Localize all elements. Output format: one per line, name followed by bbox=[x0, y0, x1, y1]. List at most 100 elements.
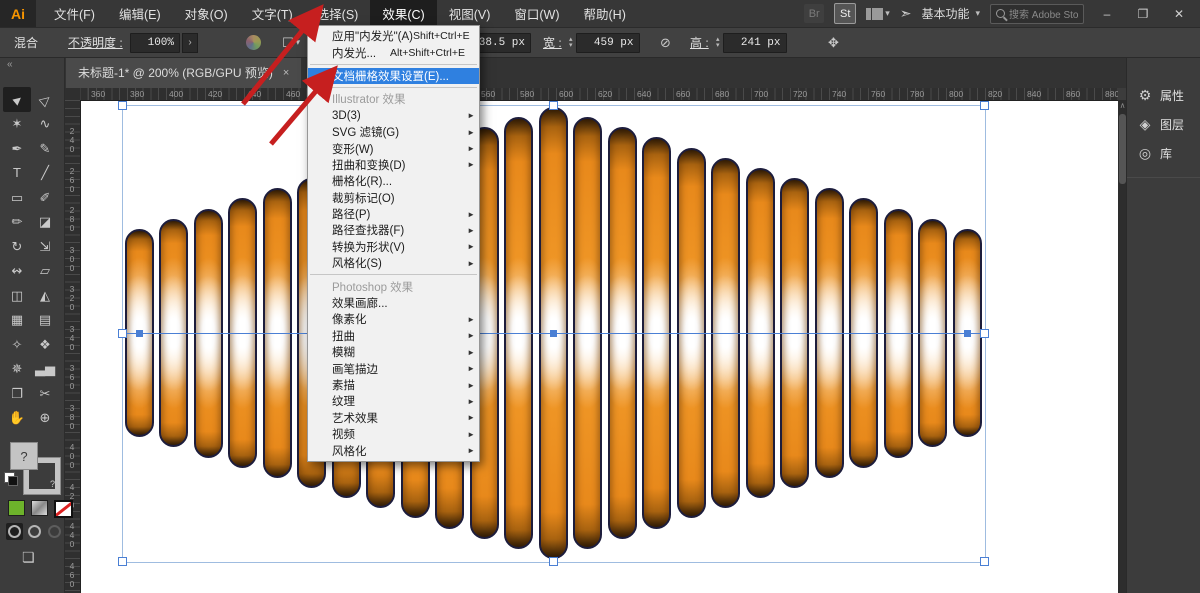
dock-item-属性[interactable]: ⚙属性 bbox=[1127, 81, 1200, 109]
paintbrush-tool[interactable]: ✐ bbox=[31, 185, 59, 210]
effects-menu-item-27[interactable]: 视频► bbox=[308, 426, 479, 442]
collapse-panel-icon[interactable]: « bbox=[7, 59, 13, 70]
effects-menu-item-8[interactable]: SVG 滤镜(G)► bbox=[308, 124, 479, 140]
minimize-button[interactable]: – bbox=[1094, 7, 1120, 21]
fill-swatch[interactable]: ? bbox=[10, 442, 38, 470]
effects-menu-item-2[interactable]: 内发光...Alt+Shift+Ctrl+E bbox=[308, 44, 479, 60]
effects-menu-item-24[interactable]: 素描► bbox=[308, 377, 479, 393]
selection-handle[interactable] bbox=[980, 101, 989, 110]
menubar-item-9[interactable]: 帮助(H) bbox=[572, 0, 638, 27]
effects-menu-item-15[interactable]: 转换为形状(V)► bbox=[308, 239, 479, 255]
effects-menu-item-25[interactable]: 纹理► bbox=[308, 393, 479, 409]
slice-tool[interactable]: ✂ bbox=[31, 381, 59, 406]
menubar-item-2[interactable]: 编辑(E) bbox=[107, 0, 173, 27]
screen-mode-button[interactable]: ❏ bbox=[22, 549, 35, 566]
menubar-item-1[interactable]: 文件(F) bbox=[42, 0, 107, 27]
effects-menu-item-28[interactable]: 风格化► bbox=[308, 442, 479, 458]
effects-menu-item-22[interactable]: 模糊► bbox=[308, 344, 479, 360]
effects-menu-item-11[interactable]: 栅格化(R)... bbox=[308, 173, 479, 189]
magic-wand-tool[interactable]: ✶ bbox=[3, 112, 31, 137]
effects-menu-item-16[interactable]: 风格化(S)► bbox=[308, 255, 479, 271]
gradient-button[interactable] bbox=[31, 500, 48, 516]
effects-menu-item-4[interactable]: 文档栅格效果设置(E)... bbox=[308, 68, 479, 84]
opacity-label[interactable]: 不透明度 : bbox=[68, 34, 123, 51]
restore-button[interactable]: ❐ bbox=[1130, 7, 1156, 21]
effects-menu-item-12[interactable]: 裁剪标记(O) bbox=[308, 190, 479, 206]
menubar-item-6[interactable]: 效果(C) bbox=[370, 0, 436, 27]
height-stepper[interactable]: ▴▾ bbox=[716, 37, 720, 49]
height-label[interactable]: 高 : bbox=[690, 34, 709, 51]
eraser-tool[interactable]: ◪ bbox=[31, 210, 59, 235]
selection-handle[interactable] bbox=[549, 557, 558, 566]
shaper-tool[interactable]: ✏ bbox=[3, 210, 31, 235]
effects-menu-item-9[interactable]: 变形(W)► bbox=[308, 140, 479, 156]
effects-menu-item-20[interactable]: 像素化► bbox=[308, 311, 479, 327]
effects-menu-item-14[interactable]: 路径查找器(F)► bbox=[308, 222, 479, 238]
rectangle-tool[interactable]: ▭ bbox=[3, 185, 31, 210]
perspective-grid-tool[interactable]: ◭ bbox=[31, 283, 59, 308]
dock-item-图层[interactable]: ◈图层 bbox=[1127, 110, 1200, 138]
width-stepper[interactable]: ▴▾ bbox=[569, 37, 573, 49]
opacity-field[interactable]: 100% bbox=[130, 33, 180, 53]
bridge-badge[interactable]: Br bbox=[804, 4, 824, 23]
effects-menu-item-26[interactable]: 艺术效果► bbox=[308, 410, 479, 426]
recolor-artwork-icon[interactable] bbox=[246, 35, 261, 50]
color-button[interactable] bbox=[8, 500, 25, 516]
menubar-item-7[interactable]: 视图(V) bbox=[437, 0, 503, 27]
none-button[interactable] bbox=[54, 500, 73, 518]
scrollbar-thumb[interactable] bbox=[1119, 114, 1126, 184]
select-similar-icon[interactable]: ☐ bbox=[282, 35, 294, 51]
rotate-tool[interactable]: ↻ bbox=[3, 234, 31, 259]
effects-menu-item-19[interactable]: 效果画廊... bbox=[308, 295, 479, 311]
height-field[interactable]: 241 px bbox=[723, 33, 787, 53]
column-graph-tool[interactable]: ▃▅ bbox=[31, 357, 59, 382]
draw-inside-button[interactable] bbox=[46, 523, 63, 540]
artboard-canvas[interactable] bbox=[80, 100, 1118, 593]
selection-handle[interactable] bbox=[118, 329, 127, 338]
blend-mode-label[interactable]: 混合 bbox=[14, 34, 38, 51]
menubar-item-5[interactable]: 选择(S) bbox=[305, 0, 371, 27]
effects-menu-item-21[interactable]: 扭曲► bbox=[308, 328, 479, 344]
tab-close-icon[interactable]: × bbox=[283, 67, 289, 79]
selection-handle[interactable] bbox=[549, 101, 558, 110]
width-field[interactable]: 459 px bbox=[576, 33, 640, 53]
effects-menu-item-23[interactable]: 画笔描边► bbox=[308, 360, 479, 376]
pen-tool[interactable]: ✒ bbox=[3, 136, 31, 161]
blend-tool[interactable]: ❖ bbox=[31, 332, 59, 357]
menubar-item-8[interactable]: 窗口(W) bbox=[502, 0, 571, 27]
selection-handle[interactable] bbox=[980, 329, 989, 338]
stock-search-input[interactable]: 搜索 Adobe Stock bbox=[990, 4, 1084, 24]
shape-builder-tool[interactable]: ◫ bbox=[3, 283, 31, 308]
effects-menu-item-13[interactable]: 路径(P)► bbox=[308, 206, 479, 222]
path-anchor-point[interactable] bbox=[136, 330, 143, 337]
line-segment-tool[interactable]: ╱ bbox=[31, 161, 59, 186]
eyedropper-tool[interactable]: ✧ bbox=[3, 332, 31, 357]
path-anchor-point[interactable] bbox=[550, 330, 557, 337]
stepper-down-icon[interactable]: ▾ bbox=[569, 43, 573, 49]
effects-menu-item-1[interactable]: 应用"内发光"(A)Shift+Ctrl+E bbox=[308, 28, 479, 44]
stock-badge[interactable]: St bbox=[834, 3, 856, 24]
menubar-item-3[interactable]: 对象(O) bbox=[173, 0, 240, 27]
scale-tool[interactable]: ⇲ bbox=[31, 234, 59, 259]
dock-item-库[interactable]: ◎库 bbox=[1127, 139, 1200, 167]
width-label[interactable]: 宽 : bbox=[543, 34, 562, 51]
arrange-documents-button[interactable]: ▾ bbox=[866, 8, 890, 20]
selection-handle[interactable] bbox=[118, 101, 127, 110]
opacity-dropdown-button[interactable]: › bbox=[182, 33, 198, 53]
stepper-down-icon[interactable]: ▾ bbox=[716, 43, 720, 49]
selection-handle[interactable] bbox=[118, 557, 127, 566]
curvature-tool[interactable]: ✎ bbox=[31, 136, 59, 161]
type-tool[interactable]: T bbox=[3, 161, 31, 186]
selection-tool[interactable]: ► bbox=[3, 87, 31, 112]
gpu-performance-icon[interactable]: ➣ bbox=[900, 5, 912, 22]
effects-menu-item-10[interactable]: 扭曲和变换(D)► bbox=[308, 157, 479, 173]
symbol-sprayer-tool[interactable]: ✵ bbox=[3, 357, 31, 382]
close-button[interactable]: ✕ bbox=[1166, 7, 1192, 21]
path-anchor-point[interactable] bbox=[964, 330, 971, 337]
workspace-switcher[interactable]: 基本功能 ▾ bbox=[921, 5, 980, 22]
effects-menu-item-7[interactable]: 3D(3)► bbox=[308, 108, 479, 124]
draw-normal-button[interactable] bbox=[6, 523, 23, 540]
hand-tool[interactable]: ✋ bbox=[3, 406, 31, 431]
constrain-proportions-icon[interactable]: ⊘ bbox=[660, 35, 671, 51]
document-tab[interactable]: 未标题-1* @ 200% (RGB/GPU 预览) × bbox=[66, 57, 301, 88]
